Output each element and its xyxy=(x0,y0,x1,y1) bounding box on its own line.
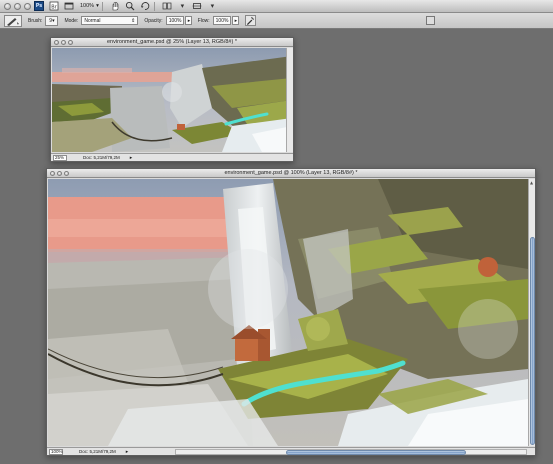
flow-slider-toggle[interactable]: ▸ xyxy=(231,16,239,25)
options-bar: Brush: 9 ▾ Mode: Normal ⇕ Opacity: 100% … xyxy=(0,13,553,29)
status-bar: 25% Doc: 5,21M/79,2M ▸ xyxy=(51,153,293,161)
painting-artwork xyxy=(48,179,528,446)
document-title-bar[interactable]: environment_game.psd @ 100% (Layer 13, R… xyxy=(47,169,535,178)
window-controls xyxy=(51,39,73,45)
bridge-icon[interactable]: Br xyxy=(48,1,59,11)
minimize-button[interactable] xyxy=(57,170,62,176)
airbrush-icon xyxy=(246,16,254,25)
brush-picker[interactable]: 9 ▾ xyxy=(45,15,59,26)
painting-artwork xyxy=(52,48,292,152)
flow-label: Flow: xyxy=(197,17,210,24)
document-title-bar[interactable]: environment_game.psd @ 25% (Layer 13, RG… xyxy=(51,38,293,47)
vertical-scrollbar[interactable] xyxy=(286,48,293,152)
tool-preset-picker[interactable] xyxy=(4,14,22,27)
opacity-slider-toggle[interactable]: ▸ xyxy=(184,16,192,25)
updown-icon: ⇕ xyxy=(131,17,136,24)
mode-label: Mode: xyxy=(64,17,79,24)
opacity-field[interactable]: 100% xyxy=(165,16,184,25)
opacity-label: Opacity: xyxy=(144,17,163,24)
screen-mode-icon[interactable] xyxy=(63,1,74,11)
zoom-value: 25% xyxy=(55,155,65,160)
application-bar: Ps Br 100% ▾ ▾ ▾ xyxy=(0,0,553,13)
zoom-button[interactable] xyxy=(24,2,31,10)
status-menu-arrow-icon[interactable]: ▸ xyxy=(126,449,129,455)
zoom-field[interactable]: 100% xyxy=(49,448,63,455)
blend-mode-select[interactable]: Normal ⇕ xyxy=(81,16,139,25)
rotate-view-icon[interactable] xyxy=(140,1,151,11)
svg-text:Br: Br xyxy=(51,4,57,10)
divider xyxy=(101,1,103,11)
photoshop-logo: Ps xyxy=(34,1,44,11)
document-info: Doc: 5,21M/79,2M xyxy=(83,155,120,160)
toggle-brushes-panel-button[interactable] xyxy=(426,16,435,25)
document-window-large: environment_game.psd @ 100% (Layer 13, R… xyxy=(46,168,536,456)
chevron-down-icon: ▾ xyxy=(210,2,215,10)
document-title: environment_game.psd @ 25% (Layer 13, RG… xyxy=(106,39,237,45)
chevron-down-icon: ▾ xyxy=(180,2,185,10)
horizontal-scrollbar[interactable] xyxy=(175,449,527,455)
window-controls xyxy=(47,170,69,176)
document-canvas[interactable] xyxy=(48,179,528,446)
status-menu-arrow-icon[interactable]: ▸ xyxy=(130,155,133,161)
close-button[interactable] xyxy=(54,39,59,45)
vertical-scroll-thumb[interactable] xyxy=(530,237,535,445)
minimize-button[interactable] xyxy=(61,39,66,45)
divider xyxy=(153,1,155,11)
document-window-small: environment_game.psd @ 25% (Layer 13, RG… xyxy=(50,37,294,162)
screen-options-icon[interactable] xyxy=(192,1,203,11)
close-button[interactable] xyxy=(4,2,11,10)
zoom-field[interactable]: 25% xyxy=(53,154,67,161)
document-title: environment_game.psd @ 100% (Layer 13, R… xyxy=(224,170,358,176)
arrange-documents-icon[interactable] xyxy=(162,1,173,11)
document-info: Doc: 5,21M/79,2M xyxy=(79,449,116,454)
opacity-value: 100% xyxy=(168,17,182,24)
chevron-right-icon: ▸ xyxy=(234,17,238,24)
close-button[interactable] xyxy=(50,170,55,176)
horizontal-scroll-thumb[interactable] xyxy=(286,450,466,455)
flow-field[interactable]: 100% xyxy=(212,16,231,25)
document-canvas[interactable] xyxy=(52,48,292,152)
blend-mode-value: Normal xyxy=(84,17,101,24)
minimize-button[interactable] xyxy=(14,2,21,10)
status-bar: 100% Doc: 5,21M/79,2M ▸ xyxy=(47,447,535,455)
chevron-down-icon: ▾ xyxy=(96,3,99,9)
zoom-value: 100% xyxy=(51,449,63,454)
brush-tool-icon xyxy=(7,17,19,26)
vertical-scrollbar[interactable]: ▲ xyxy=(528,179,535,446)
zoom-level-value: 100% xyxy=(80,3,95,9)
zoom-tool-icon[interactable] xyxy=(125,1,136,11)
chevron-down-icon: ▾ xyxy=(52,17,55,24)
brush-label: Brush: xyxy=(28,17,43,24)
scroll-up-arrow-icon[interactable]: ▲ xyxy=(530,180,533,185)
airbrush-toggle[interactable] xyxy=(244,15,256,26)
hand-tool-icon[interactable] xyxy=(110,1,121,11)
zoom-button[interactable] xyxy=(68,39,73,45)
window-controls xyxy=(0,2,32,10)
zoom-button[interactable] xyxy=(64,170,69,176)
flow-value: 100% xyxy=(215,17,229,24)
zoom-level-select[interactable]: 100% ▾ xyxy=(80,3,99,9)
chevron-right-icon: ▸ xyxy=(187,17,191,24)
